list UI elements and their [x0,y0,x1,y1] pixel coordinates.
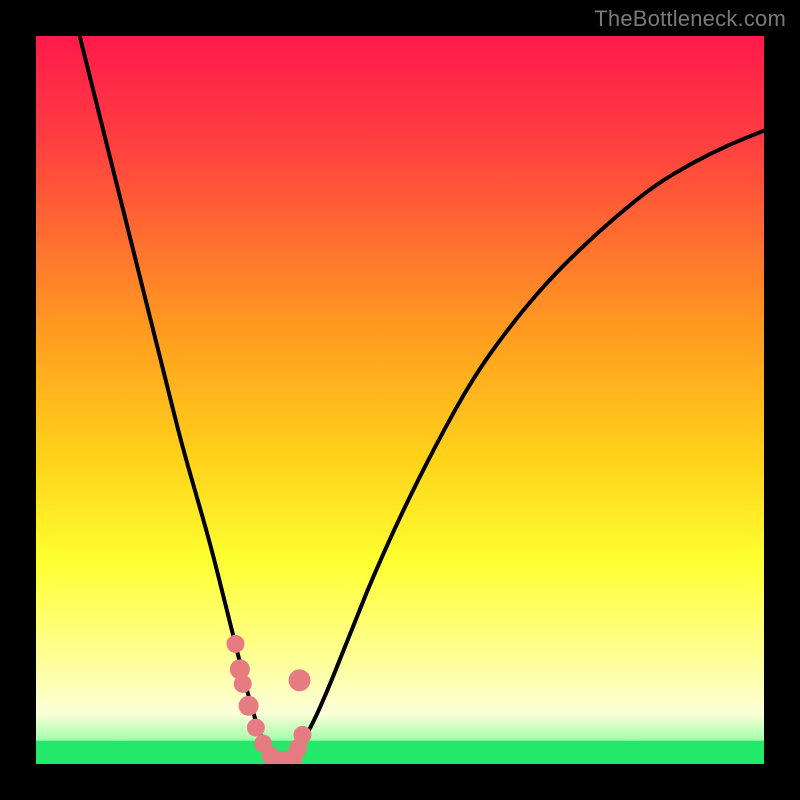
watermark-text: TheBottleneck.com [594,6,786,32]
curve-marker [293,726,311,744]
curve-marker [226,635,244,653]
optimal-band [36,741,764,764]
curve-marker [239,696,259,716]
plot-area [36,36,764,764]
curve-marker [234,675,252,693]
bottleneck-chart [36,36,764,764]
curve-marker [289,669,311,691]
curve-marker [247,719,265,737]
gradient-background [36,36,764,764]
chart-frame: TheBottleneck.com [0,0,800,800]
